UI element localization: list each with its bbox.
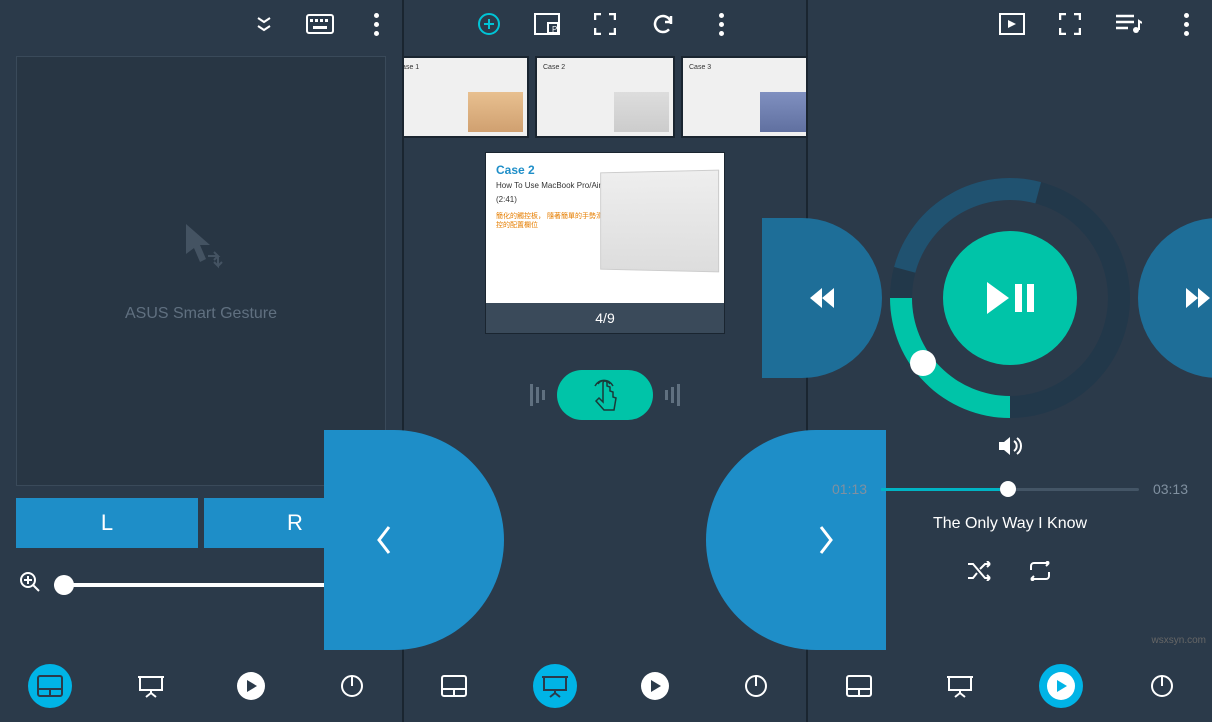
progress-slider[interactable] <box>881 488 1139 491</box>
vibration-icon <box>665 384 680 406</box>
nav-play-button[interactable] <box>1039 664 1083 708</box>
collapse-icon[interactable] <box>250 10 278 38</box>
nav-play-button[interactable] <box>229 664 273 708</box>
scrub-thumb[interactable] <box>910 350 936 376</box>
topbar-2: P <box>404 0 806 48</box>
bottom-nav-1 <box>0 650 402 722</box>
left-click-button[interactable]: L <box>16 498 198 548</box>
slide-thumb[interactable]: Case 1 <box>404 56 529 138</box>
nav-power-button[interactable] <box>330 664 374 708</box>
slide-counter: 4/9 <box>486 303 724 333</box>
svg-text:P: P <box>552 25 557 34</box>
nav-presentation-button[interactable] <box>533 664 577 708</box>
refresh-icon[interactable] <box>649 10 677 38</box>
keyboard-icon[interactable] <box>306 10 334 38</box>
nav-touchpad-button[interactable] <box>837 664 881 708</box>
watermark: wsxsyn.com <box>1152 635 1206 646</box>
prev-slide-button[interactable] <box>324 430 504 650</box>
total-time: 03:13 <box>1153 481 1188 497</box>
current-time: 01:13 <box>832 481 867 497</box>
fullscreen-icon[interactable] <box>1056 10 1084 38</box>
nav-presentation-button[interactable] <box>129 664 173 708</box>
volume-icon[interactable] <box>808 436 1212 461</box>
play-ring <box>890 178 1130 418</box>
nav-touchpad-button[interactable] <box>28 664 72 708</box>
nav-play-button[interactable] <box>633 664 677 708</box>
shuffle-icon[interactable] <box>967 561 993 586</box>
cast-icon[interactable] <box>998 10 1026 38</box>
forward-button[interactable] <box>1138 218 1212 378</box>
player-area: 01:13 03:13 The Only Way I Know <box>808 48 1212 722</box>
slide-thumb[interactable]: Case 3 <box>681 56 806 138</box>
bottom-nav-2 <box>404 650 806 722</box>
topbar-3 <box>808 0 1212 48</box>
slide-thumb[interactable]: Case 2 <box>535 56 675 138</box>
nav-presentation-button[interactable] <box>938 664 982 708</box>
zoom-in-icon[interactable] <box>18 570 42 600</box>
repeat-icon[interactable] <box>1027 561 1053 586</box>
play-pause-button[interactable] <box>943 231 1077 365</box>
add-icon[interactable] <box>475 10 503 38</box>
touchpad-area[interactable]: ASUS Smart Gesture <box>16 56 386 486</box>
more-icon[interactable] <box>362 10 390 38</box>
song-title: The Only Way I Know <box>808 515 1212 533</box>
playlist-icon[interactable] <box>1114 10 1142 38</box>
vibration-icon <box>530 384 545 406</box>
touchpad-label: ASUS Smart Gesture <box>125 305 277 323</box>
music-panel: 01:13 03:13 The Only Way I Know <box>808 0 1212 722</box>
topbar-1 <box>0 0 402 48</box>
more-icon[interactable] <box>1172 10 1200 38</box>
time-row: 01:13 03:13 <box>808 461 1212 497</box>
gesture-button[interactable] <box>557 370 653 420</box>
screen-p-icon[interactable]: P <box>533 10 561 38</box>
playback-options <box>808 561 1212 586</box>
presentation-panel: P Case Case 1 Case 2 Case 3 Case 2 How T… <box>404 0 808 722</box>
more-icon[interactable] <box>707 10 735 38</box>
slide-thumbnails: Case Case 1 Case 2 Case 3 <box>404 48 806 142</box>
nav-power-button[interactable] <box>1140 664 1184 708</box>
main-slide[interactable]: Case 2 How To Use MacBook Pro/Air TrackP… <box>485 152 725 334</box>
fullscreen-icon[interactable] <box>591 10 619 38</box>
nav-touchpad-button[interactable] <box>432 664 476 708</box>
zoom-slider[interactable] <box>54 583 326 587</box>
gesture-control <box>530 370 680 420</box>
bottom-nav-3 <box>808 650 1212 722</box>
nav-power-button[interactable] <box>734 664 778 708</box>
cursor-move-icon <box>176 220 226 285</box>
rewind-button[interactable] <box>762 218 882 378</box>
